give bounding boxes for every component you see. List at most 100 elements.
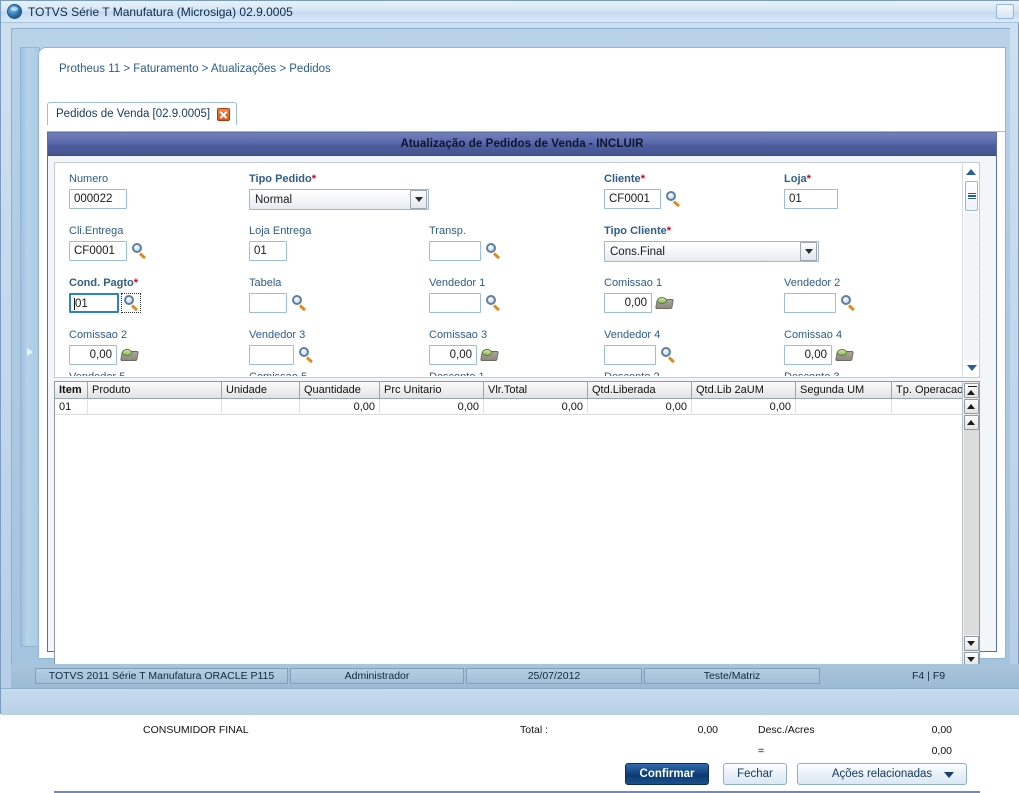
- grid-cell[interactable]: 0,00: [300, 399, 380, 414]
- input-vendedor-1[interactable]: [429, 293, 481, 313]
- grid-column-header[interactable]: Item: [55, 382, 88, 398]
- search-icon[interactable]: [121, 293, 141, 313]
- search-icon[interactable]: [485, 243, 501, 259]
- grid-cell[interactable]: 0,00: [692, 399, 796, 414]
- required-marker: *: [133, 277, 139, 289]
- grid-cell[interactable]: [796, 399, 892, 414]
- search-icon[interactable]: [298, 347, 314, 363]
- select-tipo-cliente[interactable]: Cons.Final: [604, 241, 819, 262]
- grid-cell[interactable]: 0,00: [380, 399, 484, 414]
- field-label: Cliente*: [604, 173, 645, 185]
- search-icon[interactable]: [485, 295, 501, 311]
- money-icon[interactable]: [120, 348, 139, 362]
- input-comissao-2[interactable]: 0,00: [69, 345, 117, 365]
- input-cli-entrega[interactable]: CF0001: [69, 241, 127, 261]
- scroll-down-icon[interactable]: [964, 360, 979, 375]
- scroll-down-icon[interactable]: [963, 635, 979, 651]
- field-control-row: 0,00: [429, 345, 499, 365]
- scroll-up-icon[interactable]: [963, 414, 979, 430]
- grid-column-header[interactable]: Segunda UM: [796, 382, 892, 398]
- field-transp: Transp.: [429, 225, 501, 261]
- window-title: TOTVS Série T Manufatura (Microsiga) 02.…: [28, 4, 293, 19]
- field-numero: Numero 000022: [69, 173, 127, 209]
- form-scroll-thumb[interactable]: [965, 181, 978, 211]
- chevron-down-icon[interactable]: [410, 190, 427, 209]
- input-comissao-1[interactable]: 0,00: [604, 293, 652, 313]
- field-label: Cli.Entrega: [69, 225, 124, 237]
- grid-column-header[interactable]: Unidade: [222, 382, 300, 398]
- search-icon[interactable]: [660, 347, 676, 363]
- page-up-icon[interactable]: [963, 398, 979, 414]
- grid-column-header[interactable]: Vlr.Total: [484, 382, 588, 398]
- customer-name-label: CONSUMIDOR FINAL: [143, 724, 249, 736]
- input-cond-pagto[interactable]: 01: [69, 293, 119, 313]
- go-first-icon[interactable]: [963, 382, 979, 398]
- grid-column-header[interactable]: Qtd.Liberada: [588, 382, 692, 398]
- grid-cell[interactable]: 0,00: [588, 399, 692, 414]
- grid-column-header[interactable]: Produto: [88, 382, 222, 398]
- grid-scroll-track[interactable]: [963, 430, 979, 635]
- grid-vertical-navigator[interactable]: [962, 382, 979, 683]
- restore-window-icon[interactable]: [996, 4, 1014, 19]
- confirm-button[interactable]: Confirmar: [625, 763, 709, 785]
- grid-cell[interactable]: [88, 399, 222, 414]
- input-numero[interactable]: 000022: [69, 189, 127, 209]
- dialog-caption-bar: Atualização de Pedidos de Venda - INCLUI…: [48, 133, 996, 156]
- search-icon[interactable]: [291, 295, 307, 311]
- grid-cell[interactable]: 01: [55, 399, 88, 414]
- form-scroll-track[interactable]: [964, 213, 978, 360]
- related-actions-button[interactable]: Ações relacionadas: [797, 763, 967, 785]
- search-icon[interactable]: [840, 295, 856, 311]
- scroll-up-icon[interactable]: [964, 164, 979, 179]
- input-tabela[interactable]: [249, 293, 287, 313]
- order-items-grid: Item Produto Unidade Quantidade Prc Unitario…: [54, 381, 980, 701]
- window-bottom-edge: [1, 688, 1019, 715]
- tab-pedidos-de-venda[interactable]: Pedidos de Venda [02.9.0005]: [47, 102, 238, 125]
- grid-cell[interactable]: [222, 399, 300, 414]
- input-cliente[interactable]: CF0001: [604, 189, 661, 209]
- clipped-field-label: Desconto 3: [784, 371, 840, 376]
- dialog-title: Atualização de Pedidos de Venda - INCLUI…: [400, 138, 644, 150]
- input-vendedor-2[interactable]: [784, 293, 836, 313]
- money-icon[interactable]: [480, 348, 499, 362]
- discount-label: Desc./Acres: [758, 724, 815, 736]
- grid-column-header[interactable]: Prc Unitario: [380, 382, 484, 398]
- form-vertical-scrollbar[interactable]: [962, 163, 979, 377]
- search-icon[interactable]: [131, 243, 147, 259]
- collapsed-menu-panel[interactable]: [20, 47, 40, 647]
- field-label: Comissao 2: [69, 329, 128, 341]
- input-vendedor-4[interactable]: [604, 345, 656, 365]
- close-tab-icon[interactable]: [217, 107, 231, 121]
- expand-menu-icon[interactable]: [27, 348, 33, 356]
- grid-cell[interactable]: 0,00: [484, 399, 588, 414]
- clipped-field-label: Comissao 5: [249, 371, 307, 376]
- field-label: Comissao 1: [604, 277, 663, 289]
- grid-column-header[interactable]: Qtd.Lib 2aUM: [692, 382, 796, 398]
- input-comissao-4[interactable]: 0,00: [784, 345, 832, 365]
- search-icon[interactable]: [665, 191, 681, 207]
- field-label: Comissao 3: [429, 329, 488, 341]
- chevron-down-icon[interactable]: [800, 242, 817, 261]
- input-comissao-3[interactable]: 0,00: [429, 345, 477, 365]
- field-label: Loja Entrega: [249, 225, 312, 237]
- money-icon[interactable]: [835, 348, 854, 362]
- select-tipo-pedido[interactable]: Normal: [249, 189, 429, 210]
- input-transp[interactable]: [429, 241, 481, 261]
- close-button[interactable]: Fechar: [723, 763, 787, 785]
- header-form-region: Numero 000022 Tipo Pedido* Normal Cliente* CF…: [54, 162, 980, 378]
- table-row[interactable]: 01 0,00 0,00 0,00 0,00 0,00: [55, 399, 972, 415]
- input-loja-entrega[interactable]: 01: [249, 241, 287, 261]
- field-control-row: 01: [784, 189, 838, 209]
- status-shortcut-keys: F4 | F9: [912, 670, 946, 682]
- grid-column-header[interactable]: Quantidade: [300, 382, 380, 398]
- clipped-field-label: Desconto 2: [604, 371, 660, 376]
- grid-cell[interactable]: [892, 399, 972, 414]
- money-icon[interactable]: [655, 296, 674, 310]
- input-loja[interactable]: 01: [784, 189, 838, 209]
- grid-body[interactable]: 01 0,00 0,00 0,00 0,00 0,00: [55, 399, 972, 683]
- field-label: Tabela: [249, 277, 282, 289]
- input-vendedor-3[interactable]: [249, 345, 294, 365]
- grid-column-header[interactable]: Tp. Operacao: [892, 382, 972, 398]
- window-titlebar: TOTVS Série T Manufatura (Microsiga) 02.…: [1, 1, 1019, 23]
- field-comissao-2: Comissao 2 0,00: [69, 329, 139, 365]
